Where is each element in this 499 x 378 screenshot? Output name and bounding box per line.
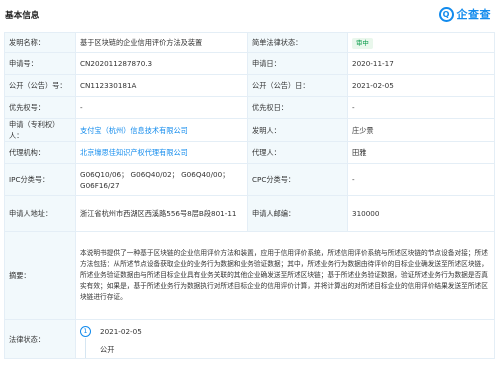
postcode-label: 申请人邮编： — [247, 195, 348, 232]
ipc-label: IPC分类号： — [4, 163, 76, 196]
timeline-index-badge: 1 — [80, 326, 91, 337]
publication-date-value: 2021-02-05 — [347, 74, 495, 97]
legal-status-history-label: 法律状态： — [4, 319, 76, 359]
agent-label: 代理人： — [247, 141, 348, 164]
publication-no-label: 公开（公告）号： — [4, 74, 76, 97]
table-row: 申请号： CN202011287870.3 申请日： 2020-11-17 — [4, 52, 495, 75]
abstract-label: 摘要： — [4, 231, 76, 320]
legal-status-timeline: 1 2021-02-05 公开 — [75, 319, 495, 359]
timeline-item: 1 2021-02-05 公开 — [76, 320, 494, 358]
inventor-value: 庄少景 — [347, 118, 495, 142]
application-no-label: 申请号： — [4, 52, 76, 75]
table-row: IPC分类号： G06Q10/06； G06Q40/02； G06Q40/00；… — [4, 163, 495, 196]
timeline-date: 2021-02-05 — [100, 327, 142, 336]
abstract-value: 本说明书提供了一种基于区块链的企业信用评价方法和装置，应用于信用评价系统，所述信… — [75, 231, 495, 320]
application-date-value: 2020-11-17 — [347, 52, 495, 75]
table-row: 发明名称： 基于区块链的企业信用评价方法及装置 简单法律状态： 审中 — [4, 32, 495, 53]
agency-label: 代理机构： — [4, 141, 76, 164]
table-row: 优先权号： - 优先权日： - — [4, 96, 495, 119]
cpc-label: CPC分类号： — [247, 163, 348, 196]
legal-status-cell: 审中 — [347, 32, 495, 53]
qichacha-logo[interactable]: Q 企查查 — [438, 6, 492, 22]
address-value: 浙江省杭州市西湖区西溪路556号8层B段801-11 — [75, 195, 248, 232]
address-label: 申请人地址： — [4, 195, 76, 232]
postcode-value: 310000 — [347, 195, 495, 232]
invention-name-label: 发明名称： — [4, 32, 76, 53]
priority-date-value: - — [347, 96, 495, 119]
table-row: 代理机构： 北京壕思佳知识产权代理有限公司 代理人： 田雅 — [4, 141, 495, 164]
logo-q-icon: Q — [438, 6, 454, 22]
invention-name-value: 基于区块链的企业信用评价方法及装置 — [75, 32, 248, 53]
agency-cell: 北京壕思佳知识产权代理有限公司 — [75, 141, 248, 164]
inventor-label: 发明人： — [247, 118, 348, 142]
publication-date-label: 公开（公告）日： — [247, 74, 348, 97]
timeline-line — [85, 338, 86, 358]
agency-link[interactable]: 北京壕思佳知识产权代理有限公司 — [80, 148, 188, 157]
table-row: 摘要： 本说明书提供了一种基于区块链的企业信用评价方法和装置，应用于信用评价系统… — [4, 231, 495, 320]
timeline-status: 公开 — [100, 345, 115, 354]
applicant-label: 申请（专利权）人： — [4, 118, 76, 142]
section-header: 基本信息 Q 企查查 — [0, 0, 499, 28]
logo-text: 企查查 — [456, 8, 491, 21]
publication-no-value: CN112330181A — [75, 74, 248, 97]
priority-no-label: 优先权号： — [4, 96, 76, 119]
table-row: 申请（专利权）人： 支付宝（杭州）信息技术有限公司 发明人： 庄少景 — [4, 118, 495, 142]
priority-date-label: 优先权日： — [247, 96, 348, 119]
table-row: 法律状态： 1 2021-02-05 公开 — [4, 319, 495, 359]
cpc-value: - — [347, 163, 495, 196]
status-badge: 审中 — [352, 37, 373, 49]
table-row: 公开（公告）号： CN112330181A 公开（公告）日： 2021-02-0… — [4, 74, 495, 97]
section-title: 基本信息 — [5, 11, 40, 21]
application-date-label: 申请日： — [247, 52, 348, 75]
applicant-cell: 支付宝（杭州）信息技术有限公司 — [75, 118, 248, 142]
priority-no-value: - — [75, 96, 248, 119]
ipc-value: G06Q10/06； G06Q40/02； G06Q40/00； G06F16/… — [75, 163, 248, 196]
applicant-link[interactable]: 支付宝（杭州）信息技术有限公司 — [80, 126, 188, 135]
agent-value: 田雅 — [347, 141, 495, 164]
legal-status-label: 简单法律状态： — [247, 32, 348, 53]
application-no-value: CN202011287870.3 — [75, 52, 248, 75]
patent-info-table: 发明名称： 基于区块链的企业信用评价方法及装置 简单法律状态： 审中 申请号： … — [4, 32, 495, 359]
table-row: 申请人地址： 浙江省杭州市西湖区西溪路556号8层B段801-11 申请人邮编：… — [4, 195, 495, 232]
